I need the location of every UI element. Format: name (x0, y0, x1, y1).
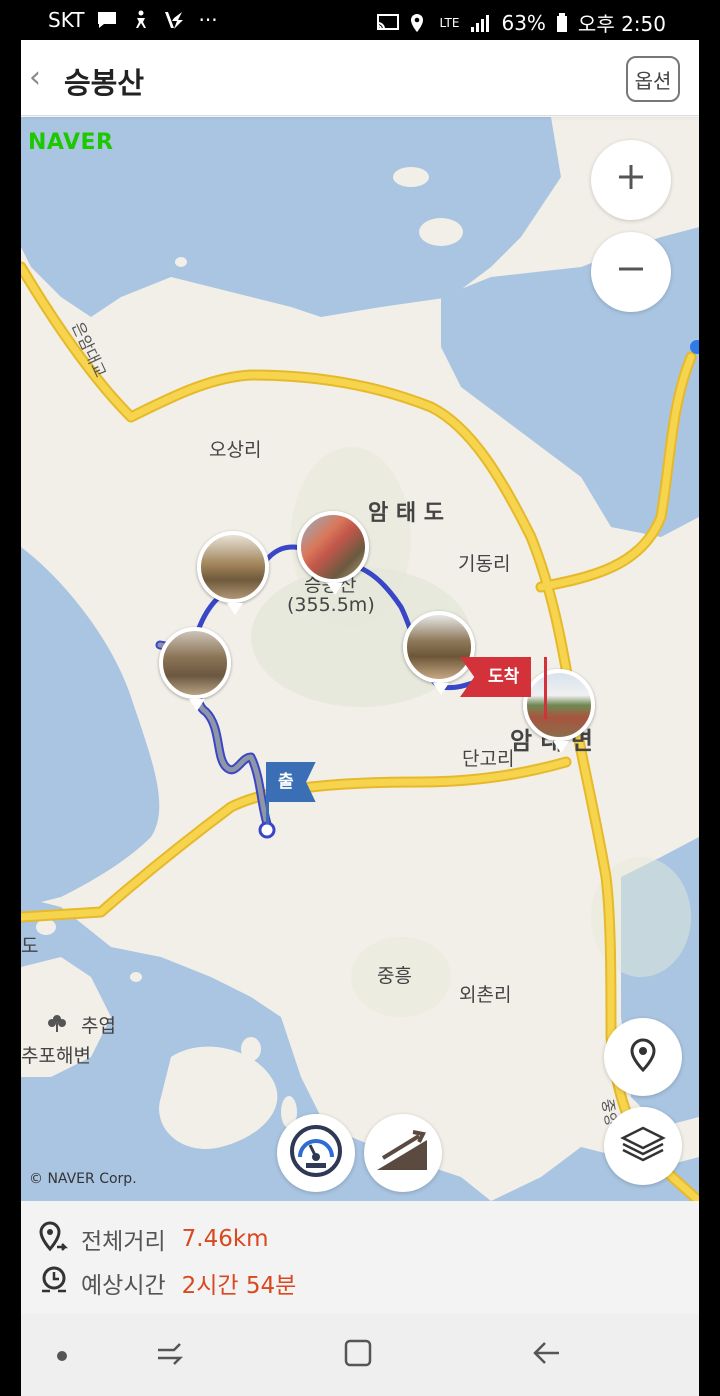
copyright: © NAVER Corp. (29, 1171, 137, 1187)
accessibility-icon (130, 10, 152, 30)
speedometer-icon (288, 1123, 344, 1183)
recent-apps-icon[interactable] (154, 1340, 184, 1372)
label-oechonri: 외촌리 (459, 984, 512, 1006)
elevation-button[interactable] (364, 1114, 442, 1192)
time-row: 예상시간 2시간 54분 (39, 1265, 296, 1301)
speed-button[interactable] (277, 1114, 355, 1192)
photo-marker[interactable] (159, 627, 231, 699)
message-icon (96, 10, 118, 30)
label-jungheung: 중흥 (377, 965, 412, 987)
location-pin-icon (629, 1038, 657, 1076)
flower-icon (46, 1011, 68, 1037)
label-dangori: 단고리 (462, 748, 515, 770)
app-header: ‹ 승봉산 옵션 (21, 40, 699, 116)
map-layers-button[interactable] (604, 1107, 682, 1185)
system-nav-bar (21, 1314, 699, 1396)
status-bar: SKT ··· LTE 63% 오후 2:50 (0, 0, 720, 40)
time-label: 예상시간 (81, 1273, 166, 1299)
distance-row: 전체거리 7.46km (39, 1221, 269, 1257)
clock-walk-icon (39, 1265, 69, 1301)
photo-marker-pointer (227, 603, 243, 615)
distance-label: 전체거리 (81, 1229, 166, 1255)
page-title: 승봉산 (64, 66, 145, 100)
more-notifications: ··· (198, 8, 218, 32)
nav-back-icon[interactable] (531, 1338, 561, 1372)
photo-marker[interactable] (297, 511, 369, 583)
carrier-label: SKT (48, 8, 85, 32)
plus-icon (615, 157, 647, 203)
label-chupo-beach: 추포해변 (21, 1045, 91, 1067)
label-amtaedo: 암 태 도 (368, 501, 445, 526)
back-chevron-icon[interactable]: ‹ (29, 62, 53, 94)
photo-marker-pointer (433, 683, 449, 695)
end-flag-pole (544, 657, 547, 719)
photo-marker-pointer (553, 741, 569, 753)
signal-icon (469, 13, 491, 33)
label-osangri: 오상리 (209, 439, 262, 461)
time-value: 2시간 54분 (181, 1273, 297, 1299)
clock: 오후 2:50 (577, 12, 666, 36)
my-location-button[interactable] (604, 1018, 682, 1096)
distance-value: 7.46km (181, 1226, 269, 1252)
battery-percent: 63% (501, 10, 546, 35)
naver-logo: NAVER (28, 130, 114, 155)
zoom-out-button[interactable] (591, 232, 671, 312)
label-do: 도 (21, 935, 39, 957)
photo-marker[interactable] (403, 611, 475, 683)
location-icon (408, 13, 430, 33)
map-view[interactable]: NAVER 은암대교 오상리 암 태 도 기동리 승봉산 (355.5m) 암 … (21, 117, 699, 1201)
zoom-in-button[interactable] (591, 140, 671, 220)
battery-icon (556, 12, 568, 33)
photo-marker-pointer (327, 583, 343, 595)
nav-dot-icon[interactable] (56, 1347, 68, 1366)
options-button[interactable]: 옵션 (626, 56, 680, 102)
app-window: ‹ 승봉산 옵션 NAVER 은암대교 오상리 암 태 도 기동리 승봉산 (3… (21, 40, 699, 1396)
minus-icon (615, 249, 647, 295)
slope-icon (373, 1128, 433, 1178)
network-label: LTE (439, 15, 460, 30)
layers-icon (620, 1124, 666, 1168)
label-gidongri: 기동리 (458, 553, 511, 575)
label-chuyeop: 추엽 (81, 1015, 116, 1037)
distance-icon (39, 1221, 69, 1257)
photo-marker-pointer (189, 699, 205, 711)
home-icon[interactable] (343, 1338, 373, 1372)
photo-marker[interactable] (197, 531, 269, 603)
photo-marker[interactable] (523, 669, 595, 741)
vlive-icon (164, 10, 186, 30)
cast-icon (376, 13, 399, 33)
label-peak-height: (355.5m) (287, 594, 375, 616)
route-info-panel: 전체거리 7.46km 예상시간 2시간 54분 (21, 1201, 699, 1314)
